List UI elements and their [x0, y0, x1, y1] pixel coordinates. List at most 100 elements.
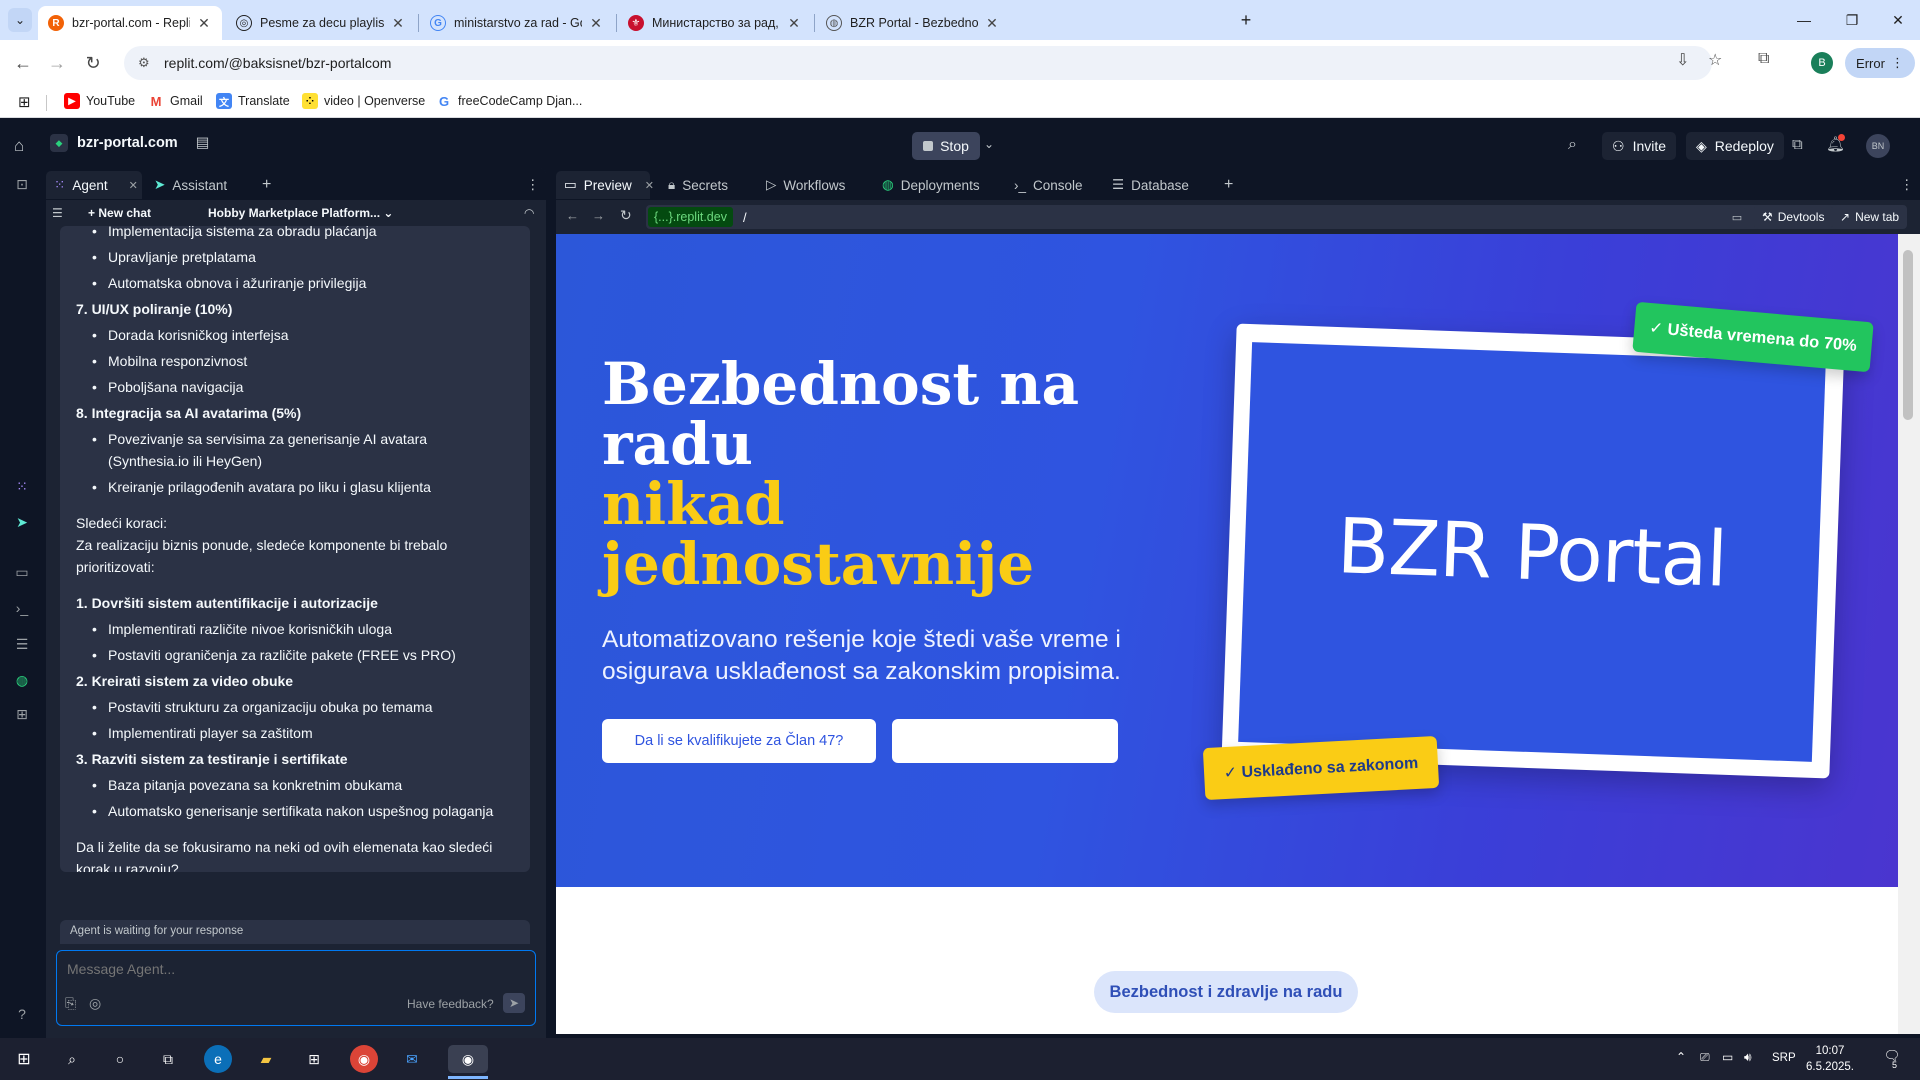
- qualify-button[interactable]: Da li se kvalifikujete za Član 47?: [602, 719, 876, 763]
- new-tab-button[interactable]: ↗ New tab: [1832, 205, 1908, 229]
- back-icon[interactable]: ←: [10, 50, 36, 76]
- close-window-icon[interactable]: ✕: [1878, 8, 1918, 32]
- secondary-cta-button[interactable]: [892, 719, 1118, 763]
- scrollbar-thumb[interactable]: [1903, 250, 1913, 420]
- back-icon[interactable]: ←: [566, 208, 579, 223]
- close-tab-icon[interactable]: ✕: [129, 179, 138, 192]
- edge-icon[interactable]: e: [204, 1045, 232, 1073]
- dev-domain-badge[interactable]: {...}.replit.dev: [648, 207, 733, 227]
- preview-icon[interactable]: ▭: [12, 564, 32, 584]
- preview-url-input[interactable]: {...}.replit.dev / →: [646, 205, 1844, 229]
- task-view-icon[interactable]: ⧉: [154, 1045, 182, 1073]
- language-indicator[interactable]: SRP: [1772, 1052, 1796, 1064]
- device-icon[interactable]: ▭: [1726, 208, 1748, 228]
- bookmark-star-icon[interactable]: ☆: [1708, 50, 1722, 70]
- close-tab-icon[interactable]: ✕: [984, 15, 1000, 32]
- tab-database[interactable]: ☰ Database: [1104, 171, 1197, 199]
- close-tab-icon[interactable]: ✕: [588, 15, 604, 32]
- browser-tab-google[interactable]: G ministarstvo za rad - Google Se ✕: [420, 6, 614, 40]
- cortana-icon[interactable]: ○: [106, 1045, 134, 1073]
- windows-start-icon[interactable]: ⊞: [10, 1045, 38, 1073]
- kebab-menu-icon[interactable]: ⋮: [518, 171, 546, 199]
- attach-icon[interactable]: ⎘: [65, 995, 76, 1012]
- message-input[interactable]: [67, 961, 467, 977]
- site-info-icon[interactable]: ⚙: [138, 55, 154, 71]
- restore-icon[interactable]: ❐: [1832, 8, 1872, 32]
- tray-network-icon[interactable]: ⎚: [1700, 1050, 1710, 1065]
- database-icon[interactable]: ☰: [12, 636, 32, 656]
- close-tab-icon[interactable]: ✕: [196, 15, 212, 32]
- bookmark-youtube[interactable]: ▶ YouTube: [64, 93, 135, 109]
- tray-display-icon[interactable]: ▭: [1722, 1050, 1733, 1064]
- help-icon[interactable]: ?: [12, 1006, 32, 1026]
- forward-icon[interactable]: →: [44, 50, 70, 76]
- new-tab-icon[interactable]: +: [1234, 8, 1258, 32]
- tab-agent[interactable]: ⁙ Agent ✕: [46, 171, 142, 199]
- bookmark-translate[interactable]: 文 Translate: [216, 93, 290, 109]
- new-chat-button[interactable]: + New chat: [88, 206, 151, 220]
- usage-gauge-icon[interactable]: ◠: [524, 206, 534, 220]
- all-tools-icon[interactable]: ⊞: [12, 706, 32, 726]
- file-explorer-icon[interactable]: ▰: [252, 1045, 280, 1073]
- mention-icon[interactable]: ◎: [89, 995, 101, 1012]
- bookmark-freecodecamp[interactable]: GfreeCodeCamp Djan...: [436, 93, 582, 109]
- kebab-menu-icon[interactable]: ⋮: [1892, 171, 1920, 199]
- search-icon[interactable]: ⌕: [1568, 136, 1577, 154]
- chat-title-dropdown[interactable]: Hobby Marketplace Platform... ⌄: [208, 206, 393, 220]
- tab-deployments[interactable]: ◍ Deployments: [874, 171, 988, 199]
- minimize-icon[interactable]: —: [1784, 8, 1824, 32]
- close-tab-icon[interactable]: ✕: [645, 179, 654, 192]
- redeploy-button[interactable]: ◈ Redeploy: [1686, 132, 1784, 160]
- invite-button[interactable]: ⚇ Invite: [1602, 132, 1677, 160]
- user-avatar[interactable]: BN: [1866, 134, 1890, 158]
- tab-assistant[interactable]: ➤ Assistant: [146, 171, 235, 199]
- address-bar[interactable]: ⚙ replit.com/@baksisnet/bzr-portalcom: [124, 46, 1712, 80]
- install-app-icon[interactable]: ⇩: [1676, 50, 1689, 70]
- toggle-sidebar-icon[interactable]: ⊡: [12, 176, 32, 196]
- browser-tab-playlist[interactable]: ◎ Pesme za decu playlist ✕: [226, 6, 416, 40]
- history-list-icon[interactable]: ☰: [52, 206, 63, 220]
- stop-button[interactable]: Stop: [912, 132, 980, 160]
- store-icon[interactable]: ⊞: [300, 1045, 328, 1073]
- repl-title[interactable]: ◆ bzr-portal.com ▤: [50, 134, 209, 152]
- tray-chevron-icon[interactable]: ⌃: [1676, 1050, 1686, 1064]
- reload-icon[interactable]: ↻: [80, 50, 106, 76]
- extensions-icon[interactable]: ⧉: [1758, 50, 1769, 68]
- tab-search-button[interactable]: ⌄: [8, 8, 32, 32]
- preview-scrollbar[interactable]: [1898, 234, 1920, 1034]
- send-icon[interactable]: ➤: [503, 993, 525, 1013]
- devtools-button[interactable]: ⚒ Devtools: [1754, 205, 1833, 229]
- reload-icon[interactable]: ↻: [620, 207, 632, 224]
- tab-secrets[interactable]: 🔒︎ Secrets: [660, 171, 736, 199]
- error-button[interactable]: Error ⋮: [1845, 48, 1915, 78]
- tray-volume-icon[interactable]: 🔊︎: [1744, 1050, 1752, 1065]
- forward-icon[interactable]: →: [592, 208, 605, 223]
- profile-avatar[interactable]: B: [1811, 52, 1833, 74]
- chrome-active-icon[interactable]: ◉: [448, 1045, 488, 1073]
- tab-workflows[interactable]: ▷ Workflows: [758, 171, 853, 199]
- console-icon[interactable]: ›_: [12, 600, 32, 620]
- feedback-link[interactable]: Have feedback?: [407, 997, 494, 1011]
- deployments-icon[interactable]: ◍: [12, 672, 32, 692]
- home-icon[interactable]: ⌂: [14, 136, 24, 156]
- add-tab-icon[interactable]: +: [1216, 171, 1241, 199]
- system-clock[interactable]: 10:07 6.5.2025.: [1806, 1043, 1854, 1075]
- assistant-icon[interactable]: ➤: [12, 514, 32, 534]
- browser-tab-replit[interactable]: R bzr-portal.com - Replit ✕: [38, 6, 222, 40]
- search-icon[interactable]: ⌕: [58, 1045, 86, 1073]
- bookmark-gmail[interactable]: M Gmail: [148, 93, 203, 109]
- run-options-chevron-icon[interactable]: ⌄: [984, 137, 994, 151]
- repl-settings-icon[interactable]: ▤: [196, 135, 210, 151]
- bookmark-openverse[interactable]: ⁘ video | Openverse: [302, 93, 425, 109]
- agent-icon[interactable]: ⁙: [12, 478, 32, 498]
- close-tab-icon[interactable]: ✕: [390, 15, 406, 32]
- add-tab-icon[interactable]: +: [254, 171, 279, 199]
- close-tab-icon[interactable]: ✕: [786, 15, 802, 32]
- chrome-icon[interactable]: ◉: [350, 1045, 378, 1073]
- browser-tab-ministry[interactable]: ⚜ Министарство за рад, запошљ ✕: [618, 6, 812, 40]
- mail-icon[interactable]: ✉: [398, 1045, 426, 1073]
- tab-preview[interactable]: ▭ Preview ✕: [556, 171, 654, 199]
- browser-tab-bzr[interactable]: ◍ BZR Portal - Bezbednost i zdrav ✕: [816, 6, 1010, 40]
- tab-console[interactable]: ›_ Console: [1006, 171, 1091, 199]
- multiplayer-icon[interactable]: ⧉: [1792, 136, 1803, 153]
